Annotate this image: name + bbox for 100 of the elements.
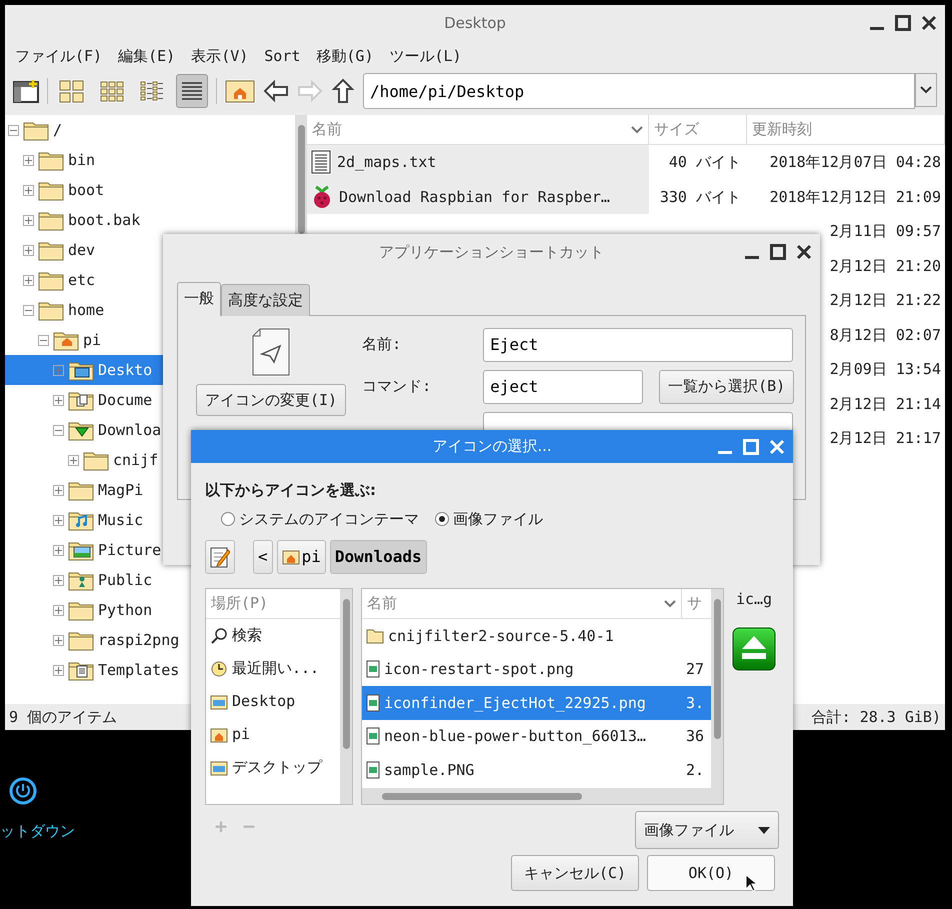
dropdown-button[interactable]: [915, 73, 937, 107]
tree-item[interactable]: bin: [5, 145, 96, 175]
file-row[interactable]: cnijfilter2-source-5.40-1: [362, 619, 711, 652]
expander-icon[interactable]: [23, 304, 34, 316]
expander-icon[interactable]: [23, 154, 34, 166]
expander-icon[interactable]: [68, 454, 79, 466]
radio-option[interactable]: 画像ファイル: [435, 508, 543, 530]
back-button[interactable]: <: [253, 540, 273, 574]
path-field[interactable]: /home/pi/Desktop: [363, 73, 915, 109]
expander-icon[interactable]: [23, 244, 34, 256]
close-icon[interactable]: [796, 244, 812, 260]
ok-button[interactable]: OK(O): [647, 855, 775, 891]
menu-item[interactable]: 編集(E): [118, 44, 176, 68]
change-icon-button[interactable]: アイコンの変更(I): [196, 384, 346, 416]
tree-item[interactable]: Downloa: [5, 415, 162, 445]
expander-icon[interactable]: [53, 544, 64, 556]
expander-icon[interactable]: [23, 274, 34, 286]
scrollbar[interactable]: [362, 788, 723, 804]
tree-item[interactable]: boot.bak: [5, 205, 140, 235]
expander-icon[interactable]: [38, 334, 49, 346]
input-field[interactable]: [483, 412, 794, 430]
path-button[interactable]: Downloads: [330, 540, 427, 574]
tree-item[interactable]: raspi2png: [5, 625, 180, 655]
expander-icon[interactable]: [53, 394, 64, 406]
input-field[interactable]: Eject: [483, 328, 794, 362]
scrollbar[interactable]: [711, 589, 723, 788]
column-header[interactable]: サ: [682, 589, 711, 618]
left-arrow-icon[interactable]: [263, 79, 289, 103]
file-type-dropdown[interactable]: 画像ファイル: [635, 811, 779, 849]
expander-icon[interactable]: [53, 484, 64, 496]
modified-time: 2月11日 09:57: [830, 222, 941, 240]
expander-icon[interactable]: [53, 634, 64, 646]
tree-item[interactable]: boot: [5, 175, 104, 205]
column-header[interactable]: サイズ: [649, 115, 747, 144]
scrollbar[interactable]: [295, 115, 307, 234]
menu-item[interactable]: Sort: [264, 44, 300, 68]
select-from-list-button[interactable]: 一覧から選択(B): [659, 370, 794, 404]
places-item[interactable]: 最近開い...: [206, 652, 340, 685]
column-header[interactable]: 更新時刻: [747, 115, 945, 144]
radio-option[interactable]: システムのアイコンテーマ: [221, 508, 419, 530]
menu-item[interactable]: 移動(G): [316, 44, 374, 68]
tree-item[interactable]: Templates: [5, 655, 180, 685]
up-arrow-icon[interactable]: [331, 78, 355, 104]
desktop-folder-icon: [210, 692, 228, 710]
menu-item[interactable]: ツール(L): [390, 44, 462, 68]
file-row[interactable]: icon-restart-spot.png 27: [362, 652, 711, 686]
tab[interactable]: 一般: [177, 282, 221, 316]
edit-path-button[interactable]: [205, 540, 235, 574]
window-title: アプリケーションショートカット: [379, 242, 604, 263]
tree-item[interactable]: Music: [5, 505, 144, 535]
cancel-button[interactable]: キャンセル(C): [511, 855, 639, 891]
tab[interactable]: 高度な設定: [221, 284, 310, 316]
places-item[interactable]: Desktop: [206, 685, 340, 718]
expander-icon[interactable]: [53, 424, 64, 436]
places-item[interactable]: pi: [206, 718, 340, 751]
new-window-icon[interactable]: [13, 79, 39, 103]
raspberry-icon: [311, 184, 333, 209]
expander-icon[interactable]: [53, 574, 64, 586]
tree-item[interactable]: Deskto: [5, 355, 163, 385]
preview-label: ic…g: [736, 589, 772, 610]
file-row[interactable]: sample.PNG 2.: [362, 753, 711, 786]
tree-item[interactable]: Python: [5, 595, 152, 625]
tree-item[interactable]: etc: [5, 265, 96, 295]
tree-item[interactable]: MagPi: [5, 475, 144, 505]
modified-time: 2月12日 21:14: [830, 394, 941, 412]
tree-item[interactable]: Picture: [5, 535, 162, 565]
expander-icon[interactable]: [8, 124, 19, 136]
search-icon: [210, 626, 228, 644]
home-folder-icon[interactable]: [225, 78, 255, 104]
expander-icon[interactable]: [23, 214, 34, 226]
scrollbar[interactable]: [340, 589, 352, 804]
file-row[interactable]: iconfinder_EjectHot_22925.png 3.: [362, 686, 711, 720]
power-icon[interactable]: [8, 776, 38, 806]
column-header[interactable]: 場所(P): [206, 589, 340, 618]
expander-icon[interactable]: [53, 604, 64, 616]
menu-item[interactable]: 表示(V): [191, 44, 248, 68]
menu-item[interactable]: ファイル(F): [15, 44, 102, 68]
maximize-icon[interactable]: [770, 244, 786, 260]
places-item[interactable]: デスクトップ: [206, 751, 340, 784]
tree-item[interactable]: Public: [5, 565, 152, 595]
close-icon[interactable]: [921, 15, 937, 31]
file-row[interactable]: neon-blue-power-button_66013… 36: [362, 720, 711, 753]
tree-item[interactable]: dev: [5, 235, 96, 265]
view-button[interactable]: [176, 74, 208, 108]
places-item[interactable]: 検索: [206, 619, 340, 652]
compact-view-icon: [139, 79, 165, 103]
column-header[interactable]: 名前: [362, 589, 682, 618]
expander-icon[interactable]: [53, 664, 64, 676]
path-button[interactable]: pi: [276, 540, 326, 574]
tree-item[interactable]: cnijf: [5, 445, 158, 475]
expander-icon[interactable]: [23, 184, 34, 196]
expander-icon[interactable]: [53, 514, 64, 526]
tree-item[interactable]: pi: [5, 325, 102, 355]
tree-item[interactable]: /: [5, 115, 62, 145]
input-field[interactable]: eject: [483, 370, 644, 404]
tree-item[interactable]: home: [5, 295, 104, 325]
tree-item[interactable]: Docume: [5, 385, 152, 415]
maximize-icon[interactable]: [895, 15, 911, 31]
column-header[interactable]: 名前: [307, 115, 649, 144]
file-name: 2d_maps.txt: [337, 152, 436, 173]
